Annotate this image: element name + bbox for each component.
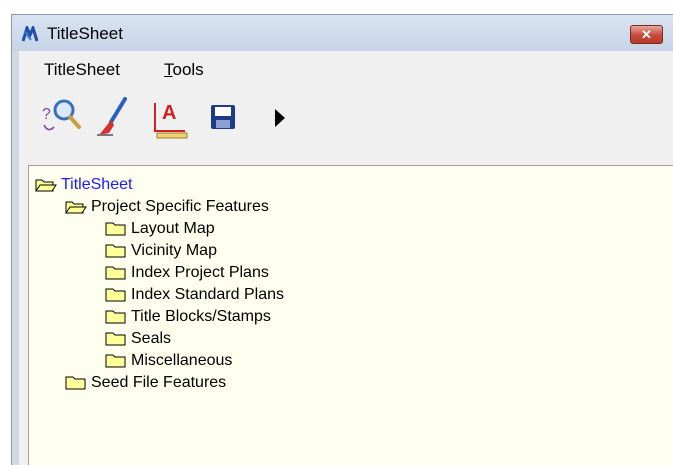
title-bar[interactable]: TitleSheet ✕ xyxy=(12,15,673,51)
tree-item-label: Title Blocks/Stamps xyxy=(131,308,271,325)
menu-bar: TitleSheet Tools xyxy=(19,51,673,87)
save-icon[interactable] xyxy=(205,95,247,141)
folder-icon xyxy=(105,288,126,302)
folder-open-icon xyxy=(35,179,57,192)
tree-root-label: TitleSheet xyxy=(61,176,133,193)
titlesheet-window: TitleSheet ✕ TitleSheet Tools ? A TitleS… xyxy=(11,14,673,465)
tree-seed-features[interactable]: Seed File Features xyxy=(65,372,226,394)
brush-icon[interactable] xyxy=(91,95,133,141)
folder-icon xyxy=(65,376,86,390)
window-title: TitleSheet xyxy=(47,24,123,43)
folder-icon xyxy=(105,332,126,346)
menu-titlesheet-label: TitleSheet xyxy=(44,60,120,79)
folder-icon xyxy=(105,222,126,236)
tree-item-label: Index Project Plans xyxy=(131,264,269,281)
tree-item-label: Layout Map xyxy=(131,220,215,237)
tree-item[interactable]: Miscellaneous xyxy=(105,350,232,372)
menu-tools[interactable]: Tools xyxy=(164,60,204,80)
folder-icon xyxy=(105,266,126,280)
search-icon[interactable]: ? xyxy=(41,95,83,141)
tree-root[interactable]: TitleSheet xyxy=(35,174,132,196)
close-button[interactable]: ✕ xyxy=(630,25,663,44)
menu-tools-accel: T xyxy=(164,60,173,79)
tree-item-label: Index Standard Plans xyxy=(131,286,284,303)
tree-item[interactable]: Layout Map xyxy=(105,218,215,240)
tree-item-label: Seals xyxy=(131,330,172,347)
feature-tree: TitleSheet Project Specific Features Lay… xyxy=(28,165,673,465)
svg-text:A: A xyxy=(162,102,176,124)
app-icon xyxy=(22,26,39,42)
folder-open-icon xyxy=(65,201,87,214)
tree-item[interactable]: Index Project Plans xyxy=(105,262,269,284)
text-annotation-icon[interactable]: A xyxy=(151,95,193,141)
svg-text:?: ? xyxy=(42,106,51,123)
folder-icon xyxy=(105,310,126,324)
folder-icon xyxy=(105,244,126,258)
tree-project-features-label: Project Specific Features xyxy=(91,198,269,215)
menu-tools-label: ools xyxy=(172,60,204,79)
play-arrow-icon[interactable] xyxy=(259,95,301,141)
menu-titlesheet[interactable]: TitleSheet xyxy=(44,60,120,80)
tree-item-label: Vicinity Map xyxy=(131,242,217,259)
folder-icon xyxy=(105,354,126,368)
tree-item[interactable]: Title Blocks/Stamps xyxy=(105,306,271,328)
tree-item-label: Miscellaneous xyxy=(131,352,233,369)
tree-seed-features-label: Seed File Features xyxy=(91,374,227,391)
tree-item[interactable]: Seals xyxy=(105,328,171,350)
tree-item[interactable]: Vicinity Map xyxy=(105,240,217,262)
tree-project-features[interactable]: Project Specific Features xyxy=(65,196,269,218)
tree-item[interactable]: Index Standard Plans xyxy=(105,284,284,306)
toolbar: ? A xyxy=(19,95,673,145)
